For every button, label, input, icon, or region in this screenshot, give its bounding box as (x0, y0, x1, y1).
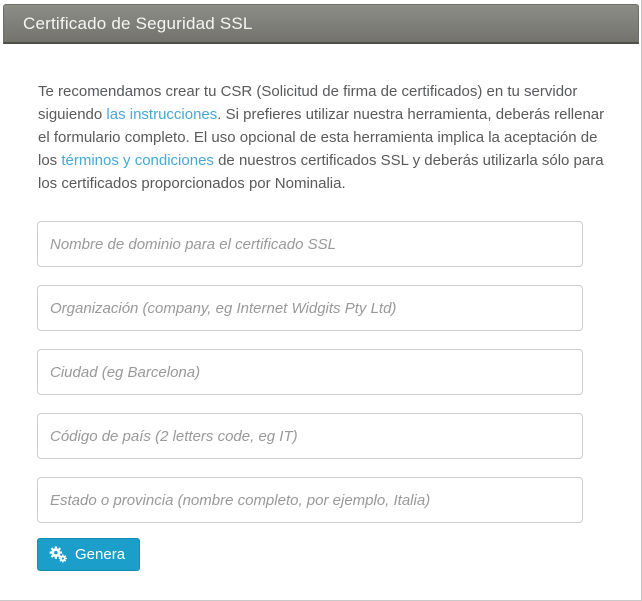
genera-button[interactable]: Genera (37, 538, 141, 571)
cogs-icon (49, 546, 68, 563)
csr-form: Genera (37, 221, 641, 571)
ssl-certificate-panel: Certificado de Seguridad SSL Te recomend… (0, 0, 642, 601)
country-code-input[interactable] (37, 413, 583, 459)
instructions-link[interactable]: las instrucciones (106, 106, 217, 123)
city-input[interactable] (37, 349, 583, 395)
domain-input[interactable] (37, 221, 583, 267)
genera-button-label: Genera (75, 546, 126, 563)
organization-input[interactable] (37, 285, 583, 331)
page-title: Certificado de Seguridad SSL (23, 13, 253, 33)
state-province-input[interactable] (37, 477, 583, 523)
intro-text: Te recomendamos crear tu CSR (Solicitud … (38, 80, 605, 195)
panel-header: Certificado de Seguridad SSL (3, 4, 639, 44)
terms-and-conditions-link[interactable]: términos y condiciones (61, 152, 214, 169)
